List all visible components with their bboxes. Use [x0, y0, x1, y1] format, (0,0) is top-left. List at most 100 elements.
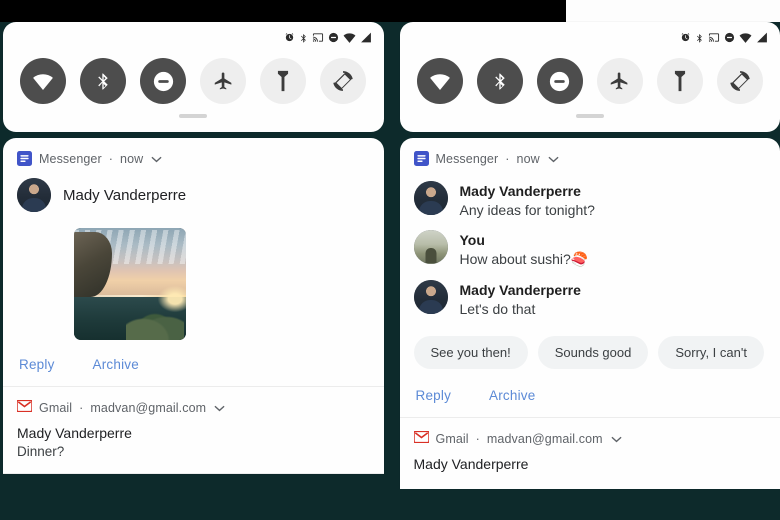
wifi-icon: [739, 32, 752, 43]
avatar: [413, 230, 448, 265]
message-row: Mady Vanderperre Any ideas for tonight?: [413, 174, 767, 223]
conversation-thread: Mady Vanderperre Any ideas for tonight? …: [400, 168, 780, 322]
gmail-app-name-label: Gmail: [39, 400, 73, 415]
quick-toggle-row: [3, 45, 384, 110]
phone-comparison-stage: Messenger · now Mady Vanderperre Reply A…: [0, 0, 780, 520]
chevron-down-icon[interactable]: [548, 152, 559, 166]
gmail-notification-content: Mady Vanderperre: [400, 448, 780, 489]
gmail-notification-header: Gmail · madvan@gmail.com: [400, 418, 780, 448]
attachment-foliage: [125, 306, 184, 340]
gmail-account-label: madvan@gmail.com: [486, 431, 603, 446]
do-not-disturb-icon: [724, 32, 735, 43]
drag-handle[interactable]: [179, 114, 208, 118]
notification-content: Mady Vanderperre: [3, 168, 384, 340]
gmail-notification[interactable]: Gmail · madvan@gmail.com Mady Vanderperr…: [3, 387, 384, 474]
archive-button[interactable]: Archive: [489, 388, 535, 403]
message-column: Mady Vanderperre Let's do that: [460, 280, 581, 319]
gmail-subject: Dinner?: [17, 444, 65, 459]
message-sender: Mady Vanderperre: [459, 183, 581, 199]
signal-icon: [360, 32, 372, 43]
status-bar: [3, 28, 384, 45]
drag-handle[interactable]: [575, 114, 604, 118]
photo-attachment[interactable]: [74, 228, 186, 340]
wifi-toggle[interactable]: [416, 58, 463, 104]
notification-actions: Reply Archive: [3, 340, 384, 386]
gmail-notification[interactable]: Gmail · madvan@gmail.com Mady Vanderperr…: [400, 418, 780, 489]
sushi-emoji: 🍣: [570, 251, 589, 268]
separator-dot: ·: [505, 151, 510, 166]
quick-settings-panel-right: [400, 22, 780, 132]
bluetooth-toggle[interactable]: [476, 58, 523, 104]
gmail-chevron-down-icon[interactable]: [611, 432, 622, 446]
smart-reply-chip[interactable]: See you then!: [413, 336, 528, 370]
airplane-toggle[interactable]: [596, 58, 643, 104]
avatar: [17, 178, 51, 212]
messenger-icon: [17, 151, 32, 166]
gmail-notification-content: Mady Vanderperre Dinner?: [3, 417, 384, 473]
phone-right: Messenger · now Mady Vanderperre Any ide…: [399, 0, 780, 520]
sender-name: Mady Vanderperre: [63, 186, 187, 204]
quick-toggle-row-right: [400, 45, 780, 110]
dnd-toggle[interactable]: [536, 58, 583, 104]
gmail-sender-name: Mady Vanderperre: [17, 425, 132, 441]
alarm-icon: [284, 32, 295, 43]
message-text: Any ideas for tonight?: [459, 201, 595, 218]
gmail-separator-dot: ·: [475, 431, 480, 446]
reply-button[interactable]: Reply: [416, 388, 452, 403]
dnd-toggle[interactable]: [140, 58, 187, 104]
timestamp-label: now: [516, 151, 540, 166]
bluetooth-toggle[interactable]: [80, 58, 127, 104]
cast-icon: [312, 32, 324, 43]
quick-settings-card-left: [3, 22, 384, 132]
smart-reply-chip[interactable]: Sounds good: [537, 336, 649, 370]
auto-rotate-toggle[interactable]: [320, 58, 367, 104]
message-text: Let's do that: [459, 300, 536, 317]
messenger-notification[interactable]: Messenger · now Mady Vanderperre Reply A…: [3, 138, 384, 386]
cast-icon: [708, 32, 720, 43]
timestamp-label: now: [120, 151, 144, 166]
gmail-sender-name: Mady Vanderperre: [413, 456, 529, 473]
quick-settings-panel: [3, 22, 384, 132]
alarm-icon: [680, 32, 691, 43]
archive-button[interactable]: Archive: [93, 357, 139, 372]
auto-rotate-toggle[interactable]: [716, 58, 763, 104]
bluetooth-icon: [695, 32, 704, 44]
message-row: You How about sushi?🍣: [413, 223, 767, 272]
message-sender: Mady Vanderperre: [459, 281, 581, 298]
messenger-conversation-notification[interactable]: Messenger · now Mady Vanderperre Any ide…: [400, 138, 780, 417]
reply-button[interactable]: Reply: [19, 357, 55, 372]
flashlight-toggle[interactable]: [656, 58, 703, 104]
airplane-toggle[interactable]: [200, 58, 247, 104]
gmail-chevron-down-icon[interactable]: [214, 401, 225, 415]
notification-header: Messenger · now: [400, 138, 780, 168]
message-text-body: How about sushi?: [459, 251, 571, 268]
status-bar-right: [400, 28, 780, 45]
gmail-icon: [413, 431, 429, 446]
messenger-icon: [413, 151, 429, 166]
gmail-notification-header: Gmail · madvan@gmail.com: [3, 387, 384, 417]
gmail-app-name-label: Gmail: [435, 431, 469, 446]
separator-dot: ·: [108, 151, 114, 166]
avatar: [413, 279, 448, 314]
message-text: How about sushi?🍣: [460, 250, 589, 270]
bluetooth-icon: [299, 32, 308, 44]
do-not-disturb-icon: [328, 32, 339, 43]
notification-stack-left: Messenger · now Mady Vanderperre Reply A…: [3, 138, 384, 474]
smart-reply-chip[interactable]: Sorry, I can't: [658, 336, 764, 370]
message-row: Mady Vanderperre Let's do that: [413, 273, 767, 322]
wifi-toggle[interactable]: [20, 58, 67, 104]
notification-stack-right: Messenger · now Mady Vanderperre Any ide…: [399, 138, 780, 490]
app-name-label: Messenger: [39, 151, 102, 166]
wifi-icon: [343, 32, 356, 43]
avatar: [413, 181, 448, 215]
gmail-icon: [17, 400, 32, 415]
flashlight-toggle[interactable]: [260, 58, 307, 104]
sender-row: Mady Vanderperre: [17, 174, 370, 214]
signal-icon: [756, 32, 768, 43]
smart-reply-row: See you then! Sounds good Sorry, I can't: [400, 322, 780, 371]
gmail-separator-dot: ·: [79, 400, 84, 415]
chevron-down-icon[interactable]: [151, 152, 162, 166]
message-sender: You: [459, 232, 485, 249]
gmail-bottom-divider: [3, 473, 384, 474]
notification-header: Messenger · now: [3, 138, 384, 168]
